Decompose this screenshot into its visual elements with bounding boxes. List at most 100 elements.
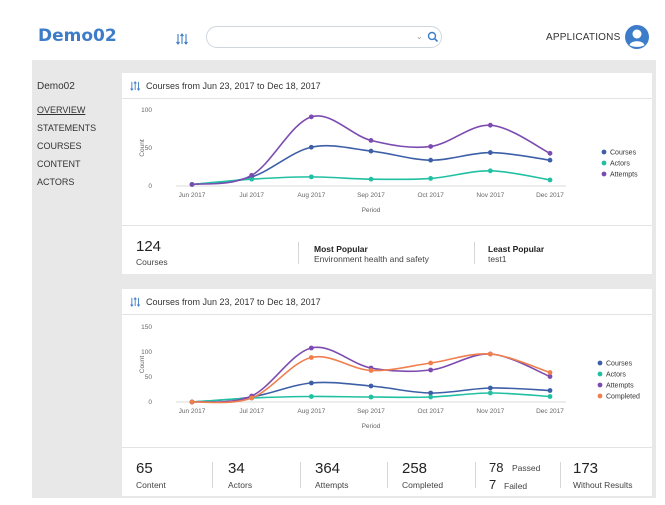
x-tick-label: Dec 2017 (536, 192, 564, 199)
least-popular-title: Least Popular (488, 244, 545, 254)
data-point-completed (487, 351, 493, 357)
legend-marker-courses (601, 149, 607, 155)
data-point-actors (428, 394, 434, 400)
data-point-actors (547, 394, 553, 399)
divider (475, 462, 476, 488)
card-header: Courses from Jun 23, 2017 to Dec 18, 201… (122, 73, 652, 99)
sidebar-item-content[interactable]: CONTENT (37, 159, 81, 169)
search-icon[interactable] (427, 31, 439, 43)
y-tick-label: 0 (148, 399, 152, 406)
sort-filter-icon[interactable] (176, 33, 190, 45)
without-results-count: 173 (573, 460, 599, 477)
sort-filter-icon[interactable] (130, 81, 142, 91)
data-point-actors (428, 176, 434, 181)
data-point-courses (428, 157, 434, 163)
courses-overview-card: Courses from Jun 23, 2017 to Dec 18, 201… (122, 73, 652, 274)
sidebar-title: Demo02 (37, 81, 75, 92)
courses-count: 124 (136, 238, 162, 255)
y-tick-label: 100 (141, 349, 152, 356)
most-popular-title: Most Popular (314, 244, 368, 254)
top-bar: Demo02 ⌄ APPLICATIONS (0, 0, 665, 60)
without-results-label: Without Results (573, 480, 633, 490)
data-point-actors (368, 394, 374, 400)
content-label: Content (136, 480, 166, 490)
divider (212, 462, 213, 488)
legend-label-actors: Actors (610, 161, 630, 168)
data-point-completed (428, 360, 434, 366)
legend-marker-courses (597, 360, 603, 366)
data-point-attempts (189, 182, 195, 187)
legend-label-actors: Actors (606, 372, 626, 379)
data-point-completed (308, 355, 314, 360)
card-title: Courses from Jun 23, 2017 to Dec 18, 201… (146, 297, 321, 307)
data-point-attempts (428, 144, 434, 149)
user-avatar-icon[interactable] (624, 24, 650, 50)
data-point-attempts (308, 345, 314, 351)
sidebar-item-actors[interactable]: ACTORS (37, 177, 74, 187)
data-point-actors (308, 394, 314, 399)
data-point-attempts (249, 172, 255, 178)
data-point-courses (547, 157, 553, 163)
sidebar-item-statements[interactable]: STATEMENTS (37, 123, 96, 133)
divider (298, 242, 299, 264)
actors-count: 34 (228, 460, 245, 477)
legend-marker-attempts (601, 171, 607, 177)
applications-link[interactable]: APPLICATIONS (546, 32, 620, 43)
x-tick-label: Jun 2017 (179, 192, 206, 199)
least-popular-value[interactable]: test1 (488, 254, 506, 264)
x-tick-label: Sep 2017 (357, 192, 385, 199)
card-header: Courses from Jun 23, 2017 to Dec 18, 201… (122, 289, 652, 315)
legend-marker-attempts (597, 382, 603, 388)
legend-label-courses: Courses (610, 150, 637, 157)
data-point-actors (487, 168, 493, 174)
stats-row: 65 Content 34 Actors 364 Attempts 258 Co… (122, 447, 652, 496)
x-tick-label: Nov 2017 (476, 192, 504, 199)
x-tick-label: Sep 2017 (357, 408, 385, 415)
data-point-courses (308, 380, 314, 386)
courses-completion-card: Courses from Jun 23, 2017 to Dec 18, 201… (122, 289, 652, 496)
data-point-completed (189, 399, 195, 405)
search-input[interactable] (217, 29, 407, 45)
x-tick-label: Aug 2017 (297, 408, 325, 415)
chevron-down-icon[interactable]: ⌄ (416, 32, 423, 41)
data-point-attempts (487, 122, 493, 128)
x-tick-label: Jul 2017 (239, 192, 264, 199)
x-axis-label: Period (362, 423, 381, 430)
data-point-actors (308, 174, 314, 180)
data-point-completed (368, 368, 374, 373)
completed-count: 258 (402, 460, 428, 477)
data-point-completed (249, 395, 255, 401)
data-point-courses (368, 383, 374, 389)
passed-count: 78 (489, 460, 504, 475)
data-point-actors (547, 177, 553, 183)
data-point-courses (308, 144, 314, 150)
search-box[interactable]: ⌄ (206, 26, 442, 48)
legend-marker-actors (601, 160, 607, 166)
data-point-completed (547, 370, 553, 375)
x-axis-label: Period (362, 207, 381, 214)
sidebar-item-overview[interactable]: OVERVIEW (37, 105, 85, 115)
failed-count: 7 (489, 477, 497, 492)
most-popular-value[interactable]: Environment health and safety (314, 254, 429, 264)
y-tick-label: 50 (145, 374, 153, 381)
data-point-courses (487, 150, 493, 155)
x-tick-label: Oct 2017 (417, 408, 444, 415)
card-title: Courses from Jun 23, 2017 to Dec 18, 201… (146, 81, 321, 91)
data-point-attempts (308, 114, 314, 120)
legend-label-completed: Completed (606, 394, 640, 401)
completed-label: Completed (402, 480, 444, 490)
y-axis-label: Count (139, 139, 146, 157)
sort-filter-icon[interactable] (130, 297, 142, 307)
x-tick-label: Jun 2017 (179, 408, 206, 415)
y-tick-label: 100 (141, 107, 152, 114)
x-tick-label: Jul 2017 (239, 408, 264, 415)
passed-label: Passed (512, 463, 541, 473)
sidebar-item-courses[interactable]: COURSES (37, 141, 82, 151)
y-tick-label: 150 (141, 324, 152, 331)
brand-logo[interactable]: Demo02 (38, 26, 117, 46)
data-point-attempts (428, 367, 434, 373)
y-tick-label: 0 (148, 183, 152, 190)
data-point-actors (368, 176, 374, 182)
data-point-courses (547, 388, 553, 393)
content-count: 65 (136, 460, 153, 477)
